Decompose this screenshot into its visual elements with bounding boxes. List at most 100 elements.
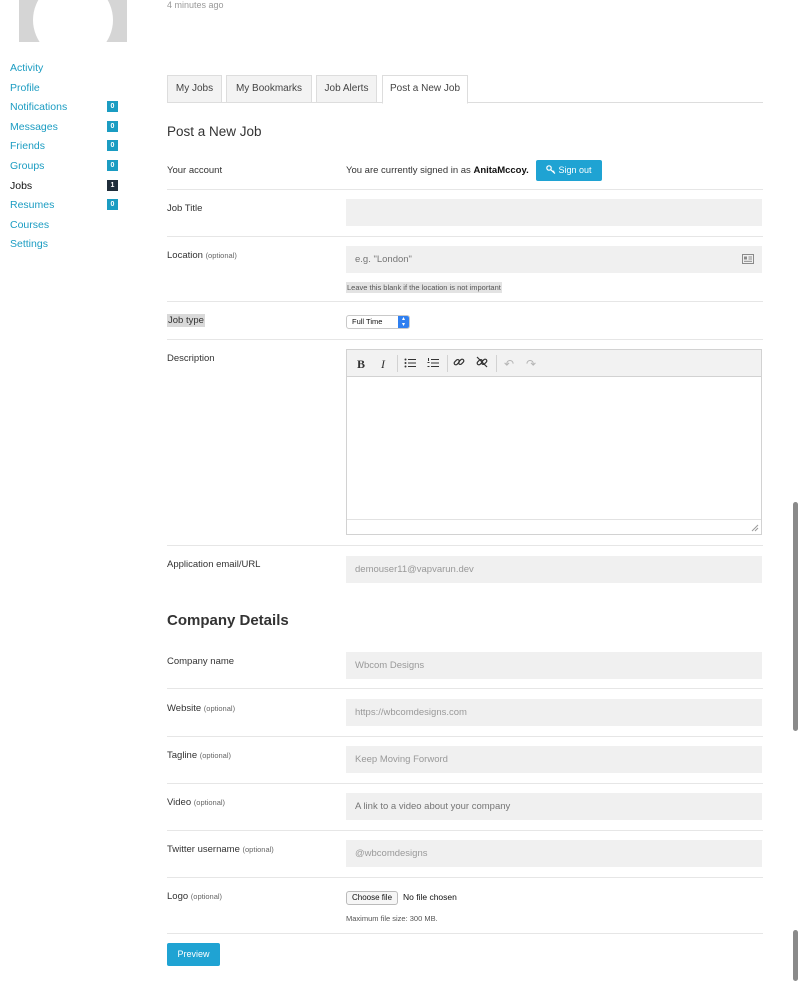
sidebar-item-friends[interactable]: Friends 0 [10, 139, 120, 159]
company-name-label: Company name [167, 656, 235, 667]
divider [167, 339, 763, 340]
sidebar-item-courses[interactable]: Courses [10, 218, 120, 238]
tab-my-bookmarks[interactable]: My Bookmarks [226, 75, 312, 103]
description-label: Description [167, 353, 215, 364]
video-input[interactable] [346, 793, 762, 820]
preview-button[interactable]: Preview [167, 943, 220, 966]
description-textarea[interactable] [347, 377, 761, 519]
profile-nav: Activity Profile Notifications 0 Messages… [10, 61, 120, 257]
sidebar-item-label: Courses [10, 218, 50, 231]
count-badge: 1 [107, 179, 118, 191]
divider [167, 545, 763, 546]
video-label: Video (optional) [167, 797, 225, 808]
job-title-input[interactable] [346, 199, 762, 226]
sidebar-item-label: Messages [10, 120, 58, 133]
tagline-input[interactable] [346, 746, 762, 773]
divider [167, 830, 763, 831]
tab-post-a-new-job[interactable]: Post a New Job [382, 75, 468, 104]
divider [167, 933, 763, 934]
redo-icon[interactable]: ↷ [523, 356, 539, 372]
sidebar-item-groups[interactable]: Groups 0 [10, 159, 120, 179]
tab-job-alerts[interactable]: Job Alerts [316, 75, 377, 103]
max-file-size-note: Maximum file size: 300 MB. [346, 914, 438, 923]
website-label-text: Website [167, 703, 202, 714]
tab-my-jobs[interactable]: My Jobs [167, 75, 222, 103]
signed-in-username: AnitaMccoy. [473, 165, 529, 176]
account-label: Your account [167, 165, 223, 176]
job-type-value: Full Time [352, 317, 383, 326]
select-arrows-icon: ▴ ▾ [398, 316, 409, 328]
optional-tag: (optional) [193, 798, 226, 807]
job-type-label: Job type [167, 314, 205, 327]
signed-in-text: You are currently signed in as AnitaMcco… [346, 165, 529, 176]
divider [167, 301, 763, 302]
toolbar-divider [397, 355, 398, 372]
optional-tag: (optional) [203, 704, 236, 713]
description-editor: B I ↶ ↷ [346, 349, 762, 535]
editor-toolbar: B I ↶ ↷ [347, 350, 761, 377]
file-status: No file chosen [403, 892, 457, 902]
job-title-label: Job Title [167, 203, 203, 214]
sidebar-item-notifications[interactable]: Notifications 0 [10, 100, 120, 120]
logo-label: Logo (optional) [167, 891, 222, 902]
activity-timestamp: 4 minutes ago [167, 0, 224, 10]
page-title: Post a New Job [167, 124, 262, 139]
divider [167, 189, 763, 190]
twitter-label: Twitter username (optional) [167, 844, 274, 855]
scrollbar-thumb[interactable] [793, 930, 798, 981]
twitter-label-text: Twitter username [167, 844, 240, 855]
job-tabs: My Jobs My Bookmarks Job Alerts Post a N… [167, 75, 763, 104]
divider [167, 783, 763, 784]
sidebar-item-activity[interactable]: Activity [10, 61, 120, 81]
optional-tag: (optional) [199, 751, 232, 760]
italic-icon[interactable]: I [375, 356, 391, 372]
location-label: Location (optional) [167, 250, 237, 261]
choose-file-button[interactable]: Choose file [346, 891, 399, 905]
count-badge: 0 [107, 159, 118, 171]
count-badge: 0 [107, 120, 118, 132]
location-label-text: Location [167, 250, 203, 261]
sidebar-item-jobs[interactable]: Jobs 1 [10, 179, 120, 199]
sidebar-item-messages[interactable]: Messages 0 [10, 120, 120, 140]
sidebar-item-settings[interactable]: Settings [10, 237, 120, 257]
toolbar-divider [496, 355, 497, 372]
website-label: Website (optional) [167, 703, 235, 714]
video-label-text: Video [167, 797, 192, 808]
count-badge: 0 [107, 140, 118, 152]
undo-icon[interactable]: ↶ [501, 356, 517, 372]
location-input[interactable] [346, 246, 762, 273]
sidebar-item-profile[interactable]: Profile [10, 81, 120, 101]
sidebar-item-label: Activity [10, 62, 44, 74]
divider [167, 877, 763, 878]
optional-tag: (optional) [190, 892, 223, 901]
editor-statusbar [347, 519, 761, 534]
link-icon[interactable] [451, 356, 467, 372]
twitter-input[interactable] [346, 840, 762, 867]
bullet-list-icon[interactable] [402, 356, 418, 372]
numbered-list-icon[interactable] [425, 356, 441, 372]
toolbar-divider [447, 355, 448, 372]
location-hint: Leave this blank if the location is not … [346, 282, 502, 293]
sidebar-item-resumes[interactable]: Resumes 0 [10, 198, 120, 218]
bold-icon[interactable]: B [353, 356, 369, 372]
sign-out-button[interactable]: Sign out [536, 160, 602, 181]
logo-label-text: Logo [167, 891, 189, 902]
application-input[interactable] [346, 556, 762, 583]
unlink-icon[interactable] [474, 356, 490, 372]
job-type-select[interactable]: Full Time ▴ ▾ [346, 315, 410, 329]
section-title: Company Details [167, 612, 289, 629]
website-input[interactable] [346, 699, 762, 726]
count-badge: 0 [107, 101, 118, 113]
sidebar-item-label: Jobs [10, 179, 33, 192]
resize-handle-icon[interactable] [751, 524, 759, 532]
count-badge: 0 [107, 199, 118, 211]
sidebar-item-label: Friends [10, 140, 46, 153]
optional-tag: (optional) [242, 845, 274, 854]
tagline-label-text: Tagline [167, 750, 198, 761]
key-icon [546, 165, 556, 174]
divider [167, 236, 763, 237]
sidebar-item-label: Groups [10, 159, 45, 172]
company-name-input[interactable] [346, 652, 762, 679]
divider [167, 736, 763, 737]
scrollbar-thumb[interactable] [793, 502, 798, 731]
